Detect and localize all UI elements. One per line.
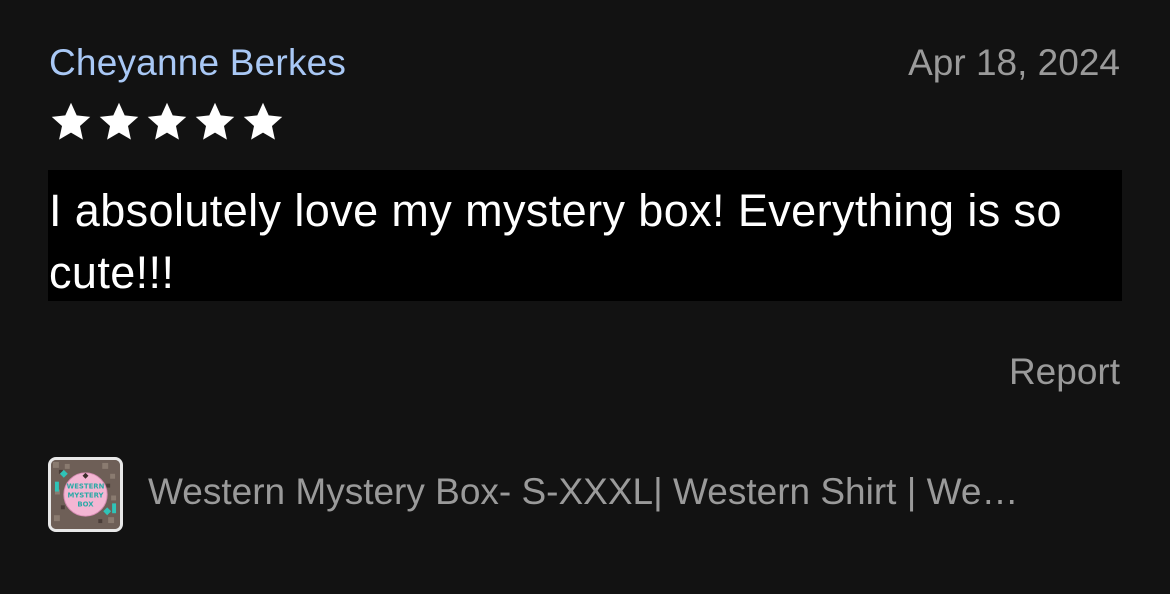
product-link[interactable]: WESTERN MYSTERY BOX Western Mystery Box-… <box>48 457 1122 532</box>
star-icon <box>147 102 187 140</box>
thumbnail-text-line1: WESTERN <box>67 483 105 491</box>
star-icon <box>243 102 283 140</box>
reviewer-name[interactable]: Cheyanne Berkes <box>49 40 346 86</box>
star-icon <box>195 102 235 140</box>
review-date: Apr 18, 2024 <box>908 42 1120 83</box>
review-text: I absolutely love my mystery box! Everyt… <box>48 170 1122 301</box>
review-card: Cheyanne Berkes Apr 18, 2024 I absolutel… <box>0 0 1170 594</box>
thumbnail-text-line2: MYSTERY <box>67 491 104 499</box>
star-icon <box>51 102 91 140</box>
star-icon <box>99 102 139 140</box>
product-title[interactable]: Western Mystery Box- S-XXXL| Western Shi… <box>148 469 1108 515</box>
product-thumbnail-image[interactable]: WESTERN MYSTERY BOX <box>48 457 123 532</box>
report-link[interactable]: Report <box>1009 349 1120 395</box>
thumbnail-text-line3: BOX <box>77 500 94 508</box>
product-thumbnail-art: WESTERN MYSTERY BOX <box>51 460 120 529</box>
star-rating <box>48 100 286 144</box>
